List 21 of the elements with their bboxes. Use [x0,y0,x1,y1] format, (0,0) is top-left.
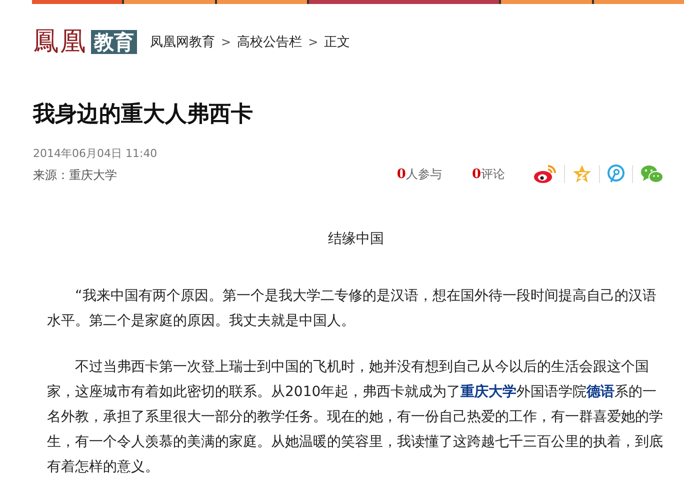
star-icon[interactable] [572,164,592,184]
breadcrumb-link[interactable]: 正文 [324,33,350,51]
breadcrumb-separator: > [221,35,232,49]
section-heading: 结缘中国 [327,230,385,248]
publish-date: 2014年06月04日 11:40 [33,146,158,161]
channel-badge[interactable]: 教育 [91,30,137,54]
breadcrumb-link[interactable]: 高校公告栏 [237,33,302,51]
breadcrumb-link[interactable]: 凤凰网教育 [150,33,215,51]
keyword-link[interactable]: 重庆大学 [460,384,517,400]
speech-bubble-icon[interactable] [607,164,625,184]
logo-text[interactable]: 鳳凰 [33,27,87,57]
wechat-icon[interactable] [640,164,664,184]
article-paragraph: 不过当弗西卡第一次登上瑞士到中国的飞机时，她并没有想到自己从今以后的生活会跟这个国家，这座城市有着如此密切的联系。从2010年起，弗西卡就成为了重庆大学外国语学院德语系的一名外教，承担了系里很大一部分的教学任务。现在的她，有一份自己热爱的工作，有一群喜爱她的学生，有一个令人羡慕的美满的家庭。从她温暖的笑容里，我读懂了这跨越七千三百公里的执着，到底有着怎样的意义。 [47,358,664,477]
keyword-link[interactable]: 德语 [586,384,615,400]
article-title: 我身边的重大人弗西卡 [33,101,254,129]
breadcrumb-separator: > [308,35,318,49]
article-paragraph: “我来中国有两个原因。第一个是我大学二专修的是汉语，想在国外待一段时间提高自己的汉语水平。第二个是家庭的原因。我丈夫就是中国人。 [47,287,658,331]
participants-link[interactable]: 0人参与 [396,166,442,182]
comments-link[interactable]: 0评论 [472,166,505,182]
weibo-icon[interactable] [533,164,557,184]
article-source: 来源：重庆大学 [33,167,118,184]
